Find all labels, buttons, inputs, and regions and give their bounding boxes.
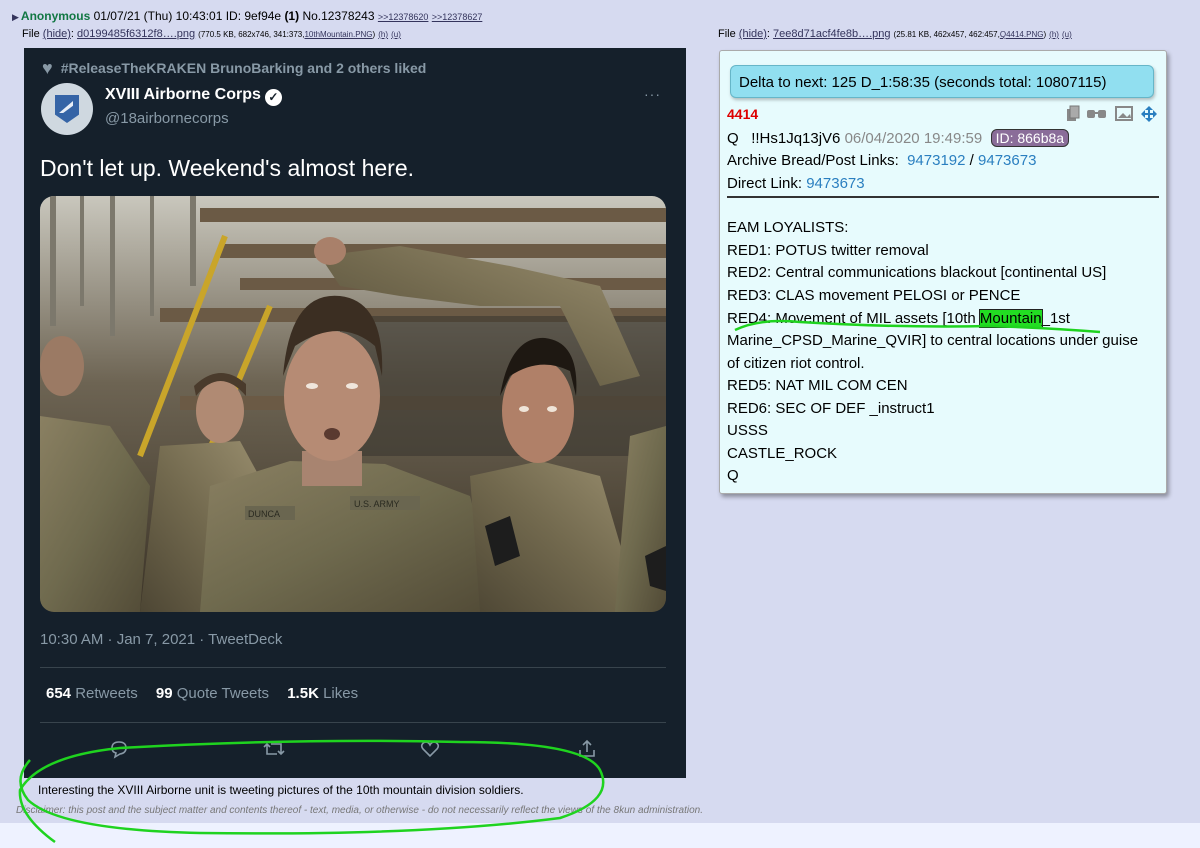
poster-id[interactable]: ID: 9ef94e: [226, 9, 281, 23]
divider: [40, 722, 666, 723]
post-caption: Interesting the XVIII Airborne unit is t…: [38, 783, 524, 797]
qpost-body-line: EAM LOYALISTS:: [727, 219, 849, 236]
avatar: [41, 83, 93, 135]
file-h-link[interactable]: (h): [1049, 30, 1059, 39]
glasses-icon: [1087, 110, 1106, 118]
qpost-body-line: RED1: POTUS twitter removal: [727, 242, 929, 259]
qpost-body-line: CASTLE_ROCK: [727, 445, 838, 462]
quotes-label: Quote Tweets: [176, 685, 270, 702]
file-h-link[interactable]: (h): [378, 30, 388, 39]
archive-label: Archive Bread/Post Links:: [727, 152, 899, 169]
red4-text-end: _1st: [1041, 310, 1070, 327]
backlink-2[interactable]: >>12378627: [432, 12, 483, 22]
copy-icon: [1067, 105, 1080, 121]
qpost-body-line: USSS: [727, 422, 768, 439]
file-info-2: File (hide): 7ee8d71acf4fe8b….png (25.81…: [718, 28, 1072, 40]
delta-banner: Delta to next: 125 D_1:58:35 (seconds to…: [730, 65, 1154, 98]
file-meta-close: ): [1043, 30, 1047, 39]
retweets-label: Retweets: [75, 685, 138, 702]
retweets-count: 654: [46, 685, 72, 702]
tweet-image[interactable]: ♥ #ReleaseTheKRAKEN BrunoBarking and 2 ot…: [24, 48, 686, 778]
file-original-name[interactable]: 10thMountain.PNG: [304, 30, 372, 39]
tweet-timestamp: 10:30 AM · Jan 7, 2021 · TweetDeck: [40, 631, 283, 648]
direct-link-label: Direct Link:: [727, 175, 803, 192]
tweet-text: Don't let up. Weekend's almost here.: [40, 155, 414, 181]
qpost-body-line: RED6: SEC OF DEF _instruct1: [727, 400, 935, 417]
qpost-red4-line: RED4: Movement of MIL assets [10th Mount…: [727, 309, 1070, 328]
like-icon: [420, 741, 440, 758]
file-meta: (770.5 KB, 682x746, 341:373,: [198, 30, 305, 39]
qpost-image[interactable]: Delta to next: 125 D_1:58:35 (seconds to…: [719, 50, 1167, 494]
move-icon: [1141, 106, 1157, 122]
file-meta: (25.81 KB, 462x457, 462:457,: [893, 30, 1000, 39]
qpost-body-line: Q: [727, 467, 739, 484]
backlink-1[interactable]: >>12378620: [378, 12, 429, 22]
file-hide-link[interactable]: (hide): [739, 28, 767, 40]
post-header: ▶ Anonymous 01/07/21 (Thu) 10:43:01 ID: 9…: [12, 9, 482, 23]
post-datetime: 01/07/21 (Thu) 10:43:01: [93, 9, 223, 23]
post-number[interactable]: No.12378243: [302, 9, 374, 23]
file-u-link[interactable]: (u): [1062, 30, 1072, 39]
page-background: [0, 823, 1200, 848]
image-icon: [1115, 106, 1133, 121]
qpost-author-line: Q !!Hs1Jq13jV6 06/04/2020 19:49:59 ID: 8…: [727, 129, 1070, 147]
more-options-icon: ···: [644, 86, 661, 102]
soldiers-photo-illustration: DUNCA U.S. ARMY: [40, 196, 666, 612]
poster-name: Anonymous: [20, 9, 91, 23]
file-name-link[interactable]: 7ee8d71acf4fe8b….png: [773, 28, 890, 40]
disclaimer: Disclaimer: this post and the subject ma…: [16, 805, 703, 816]
file-u-link[interactable]: (u): [391, 30, 401, 39]
qpost-body-line: Marine_CPSD_Marine_QVIR] to central loca…: [727, 332, 1139, 349]
qpost-body-line: of citizen riot control.: [727, 355, 865, 372]
quotes-count: 99: [155, 685, 173, 702]
direct-link-line: Direct Link: 9473673: [727, 175, 865, 192]
file-label: File: [22, 28, 40, 40]
qpost-date: 06/04/2020 19:49:59: [844, 130, 983, 147]
qpost-trip: !!Hs1Jq13jV6: [751, 130, 841, 147]
file-info-1: File (hide): d0199485f6312f8….png (770.5…: [22, 28, 401, 40]
name-tape-text: DUNCA: [248, 509, 280, 519]
tweet-display-name: XVIII Airborne Corps ✓: [105, 86, 282, 106]
file-original-name[interactable]: Q4414.PNG: [1000, 30, 1044, 39]
tweet-photo: DUNCA U.S. ARMY: [40, 196, 666, 612]
display-name-text: XVIII Airborne Corps: [105, 86, 261, 103]
archive-separator: /: [969, 152, 974, 169]
likes-label: Likes: [323, 685, 359, 702]
reply-icon: [111, 741, 127, 759]
heart-icon: ♥: [42, 58, 53, 78]
highlighted-word: Mountain: [978, 309, 1043, 328]
archive-link-1: 9473192: [907, 152, 966, 169]
qpost-id-badge: ID: 866b8a: [990, 129, 1070, 147]
file-meta-close: ): [372, 30, 376, 39]
liked-by-line: ♥ #ReleaseTheKRAKEN BrunoBarking and 2 ot…: [42, 58, 426, 79]
qpost-body-line: RED2: Central communications blackout [c…: [727, 264, 1107, 281]
likes-count: 1.5K: [287, 685, 319, 702]
qpost-author: Q: [727, 130, 739, 147]
tweet-handle: @18airbornecorps: [105, 110, 229, 127]
army-tape-text: U.S. ARMY: [354, 499, 400, 509]
qpost-body-line: RED5: NAT MIL COM CEN: [727, 377, 908, 394]
file-hide-link[interactable]: (hide): [43, 28, 71, 40]
verified-check-icon: ✓: [264, 89, 282, 106]
qpost-number: 4414: [727, 106, 759, 122]
file-name-link[interactable]: d0199485f6312f8….png: [77, 28, 195, 40]
archive-links-line: Archive Bread/Post Links: 9473192 / 9473…: [727, 152, 1036, 169]
liked-by-text: #ReleaseTheKRAKEN BrunoBarking and 2 oth…: [60, 60, 427, 76]
retweet-icon: [263, 742, 285, 756]
qpost-body-line: RED3: CLAS movement PELOSI or PENCE: [727, 287, 1021, 304]
share-icon: [579, 739, 595, 757]
qpost-divider: [727, 196, 1159, 198]
file-label: File: [718, 28, 736, 40]
tweet-stats: 654 Retweets 99 Quote Tweets 1.5K Likes: [46, 685, 358, 702]
poster-id-count: (1): [284, 9, 300, 23]
divider: [40, 667, 666, 668]
archive-link-2: 9473673: [978, 152, 1037, 169]
red4-text: RED4: Movement of MIL assets [10th: [727, 310, 980, 327]
post-menu-arrow-icon[interactable]: ▶: [12, 12, 19, 22]
qpost-toolbar: [1067, 105, 1157, 122]
direct-link: 9473673: [806, 175, 865, 192]
